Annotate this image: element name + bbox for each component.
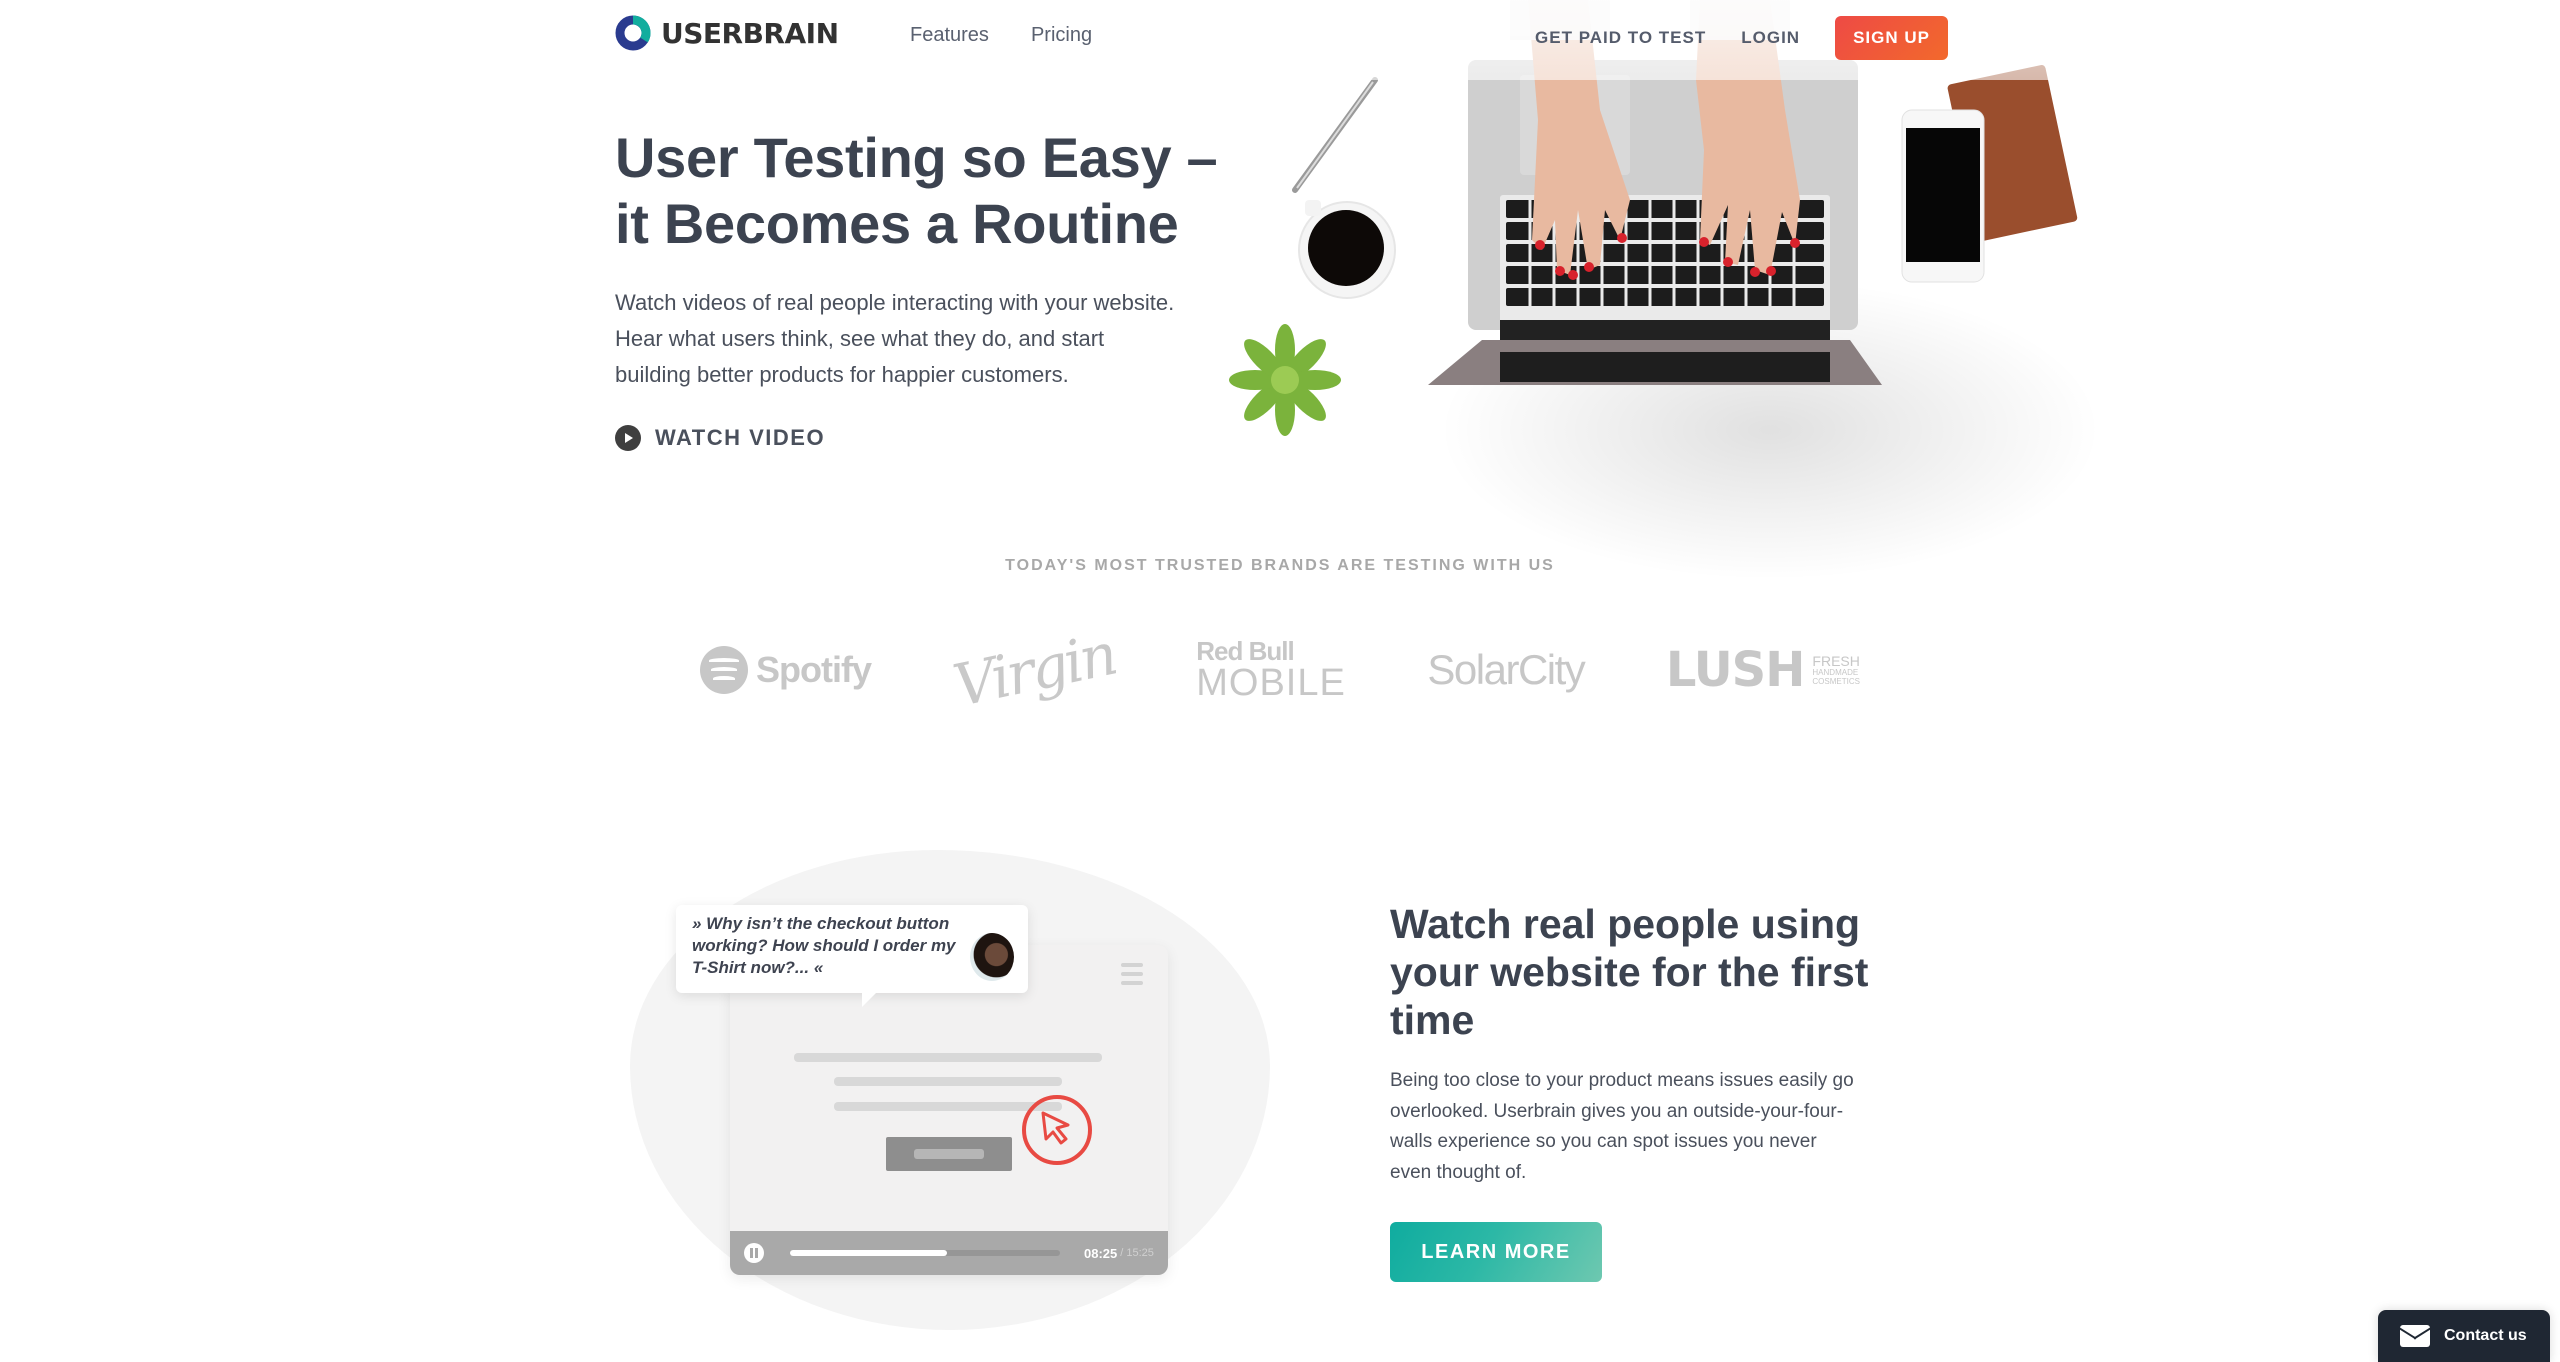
video-test-illustration: 08:25 / 15:25 » Why isn’t the checkout b… xyxy=(630,850,1270,1330)
lush-tagline: FRESH HANDMADE COSMETICS xyxy=(1812,652,1860,687)
userbrain-logo-icon xyxy=(615,15,651,51)
video-progress-bar[interactable] xyxy=(790,1250,1060,1256)
signup-button[interactable]: SIGN UP xyxy=(1835,16,1948,60)
brand-logo-lush: LUSH FRESH HANDMADE COSMETICS xyxy=(1666,642,1860,698)
top-navigation: USERBRAIN Features Pricing GET PAID TO T… xyxy=(0,0,2560,76)
mobile-wordmark: MOBILE xyxy=(1196,662,1346,704)
brand-logo-redbull-mobile: Red Bull MOBILE xyxy=(1196,638,1346,702)
login-link[interactable]: LOGIN xyxy=(1741,28,1800,48)
primary-nav: Features Pricing xyxy=(910,24,1092,47)
lush-fresh: FRESH xyxy=(1812,652,1860,669)
lush-wordmark: LUSH xyxy=(1665,642,1806,698)
laptop-icon xyxy=(1428,60,1882,385)
mock-checkout-button xyxy=(886,1137,1012,1171)
spotify-wordmark: Spotify xyxy=(756,649,872,690)
mock-browser-window: 08:25 / 15:25 xyxy=(730,945,1168,1275)
video-progress-fill xyxy=(790,1250,947,1256)
video-current-time: 08:25 xyxy=(1084,1245,1118,1261)
brand-logos: Spotify Virgin Red Bull MOBILE SolarCity… xyxy=(700,615,1860,725)
learn-more-button[interactable]: LEARN MORE xyxy=(1390,1222,1602,1282)
spotify-icon xyxy=(700,646,748,694)
contact-us-label: Contact us xyxy=(2444,1327,2527,1344)
user-quote-bubble: » Why isn’t the checkout button working?… xyxy=(676,905,1028,1007)
brand-logo-virgin: Virgin xyxy=(947,619,1121,721)
nav-link-features[interactable]: Features xyxy=(910,24,989,47)
userbrain-logo[interactable]: USERBRAIN xyxy=(615,15,839,51)
user-quote: » Why isn’t the checkout button working?… xyxy=(692,914,956,977)
nav-actions: GET PAID TO TEST LOGIN SIGN UP xyxy=(1535,16,1948,60)
skeleton-line xyxy=(794,1053,1102,1062)
cursor-highlight-icon xyxy=(1022,1095,1092,1165)
hero-title: User Testing so Easy – it Becomes a Rout… xyxy=(615,126,1218,255)
brands-heading: TODAY'S MOST TRUSTED BRANDS ARE TESTING … xyxy=(1005,557,1555,574)
hamburger-menu-icon xyxy=(1121,963,1143,990)
phone-icon xyxy=(1901,109,1985,283)
skeleton-line xyxy=(834,1077,1062,1086)
pen-icon xyxy=(1292,77,1378,193)
lush-cosmetics: COSMETICS xyxy=(1812,676,1860,686)
feature-description: Being too close to your product means is… xyxy=(1390,1070,1854,1183)
coffee-cup-icon xyxy=(1298,200,1396,299)
brand-logo-spotify: Spotify xyxy=(700,646,872,694)
brand-logo-solarcity: SolarCity xyxy=(1427,646,1585,693)
play-icon xyxy=(615,425,641,451)
hero-description: Watch videos of real people interacting … xyxy=(615,290,1175,387)
mail-icon xyxy=(2400,1325,2430,1347)
feature-title: Watch real people using your website for… xyxy=(1390,901,1869,1043)
contact-us-button[interactable]: Contact us xyxy=(2378,1310,2550,1362)
video-player-controls: 08:25 / 15:25 xyxy=(730,1231,1168,1275)
nav-link-pricing[interactable]: Pricing xyxy=(1031,24,1092,47)
watch-video-button[interactable]: WATCH VIDEO xyxy=(615,425,825,451)
watch-video-label: WATCH VIDEO xyxy=(655,425,826,450)
plant-icon xyxy=(1229,324,1341,436)
tester-avatar xyxy=(970,933,1014,981)
get-paid-to-test-link[interactable]: GET PAID TO TEST xyxy=(1535,28,1706,48)
hero-image xyxy=(1210,0,2100,580)
video-total-time: / 15:25 xyxy=(1120,1247,1154,1259)
desk-illustration xyxy=(1229,0,2100,580)
logo-wordmark: USERBRAIN xyxy=(661,16,839,50)
redbull-wordmark: Red Bull xyxy=(1196,636,1294,666)
pause-icon[interactable] xyxy=(744,1243,764,1263)
cursor-arrow-icon xyxy=(1041,1111,1070,1145)
